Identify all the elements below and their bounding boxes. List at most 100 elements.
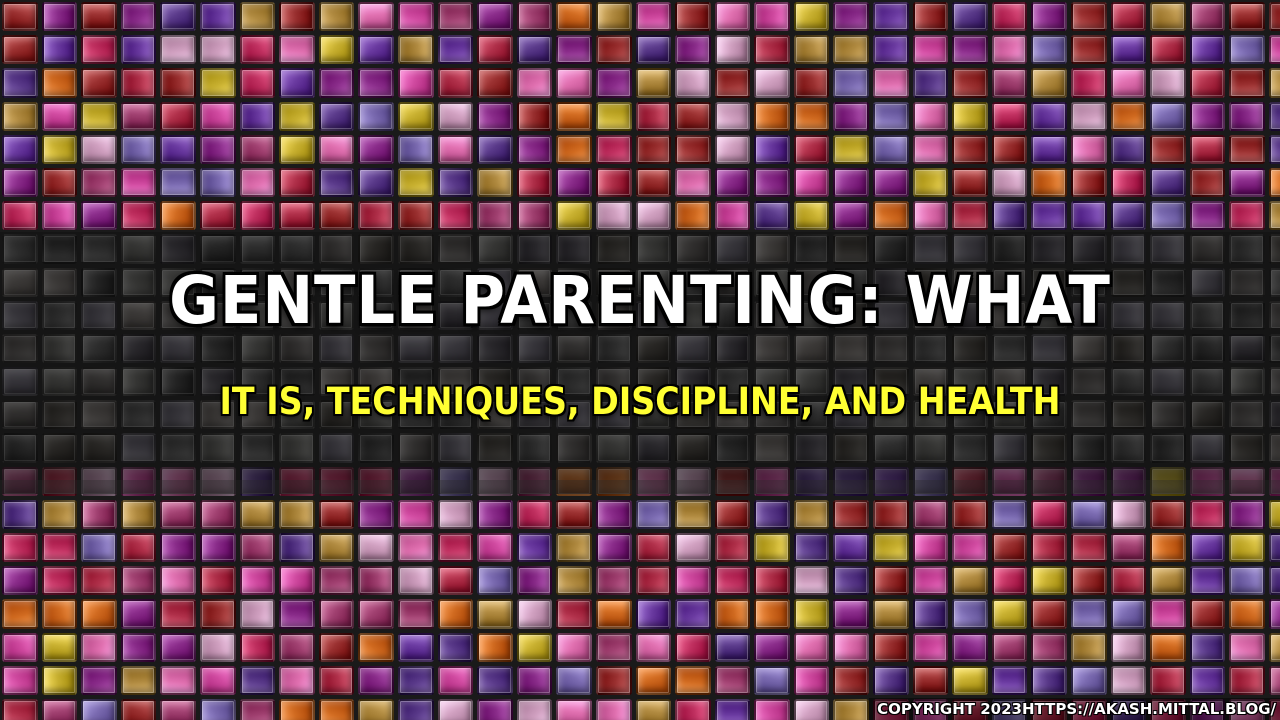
mosaic-tile: [318, 134, 355, 164]
mosaic-tile: [41, 698, 78, 720]
mosaic-tile: [81, 599, 117, 629]
mosaic-tile: [675, 499, 711, 529]
mosaic-tile: [833, 533, 870, 563]
mosaic-tile: [437, 499, 474, 529]
mosaic-tile: [675, 566, 711, 596]
mosaic-tile: [437, 35, 474, 65]
mosaic-tile: [1229, 134, 1265, 164]
mosaic-tile: [912, 68, 949, 98]
mosaic-tile: [952, 632, 988, 662]
mosaic-tile: [793, 134, 830, 164]
mosaic-tile: [160, 533, 196, 563]
mosaic-tile: [873, 167, 909, 198]
mosaic-tile: [397, 632, 434, 662]
mosaic-tile: [595, 201, 632, 231]
mosaic-tile: [1150, 2, 1186, 32]
mosaic-tile: [239, 566, 276, 596]
mosaic-tile: [1071, 68, 1107, 98]
mosaic-tile: [81, 533, 117, 563]
mosaic-tile: [41, 201, 78, 231]
mosaic-tile: [675, 167, 711, 198]
mosaic-tile: [160, 134, 196, 164]
mosaic-tile: [279, 201, 315, 231]
mosaic-tile: [793, 35, 830, 65]
mosaic-tile: [1110, 533, 1147, 563]
mosaic-tile: [239, 201, 276, 231]
mosaic-tile: [873, 533, 909, 563]
mosaic-tile: [595, 134, 632, 164]
mosaic-tile: [397, 101, 434, 131]
mosaic-tile: [556, 201, 592, 231]
mosaic-tile: [397, 201, 434, 231]
mosaic-tile: [754, 499, 790, 529]
mosaic-tile: [318, 101, 355, 131]
mosaic-tile: [714, 665, 751, 695]
mosaic-tile: [754, 2, 790, 32]
mosaic-tile: [318, 632, 355, 662]
mosaic-tile: [41, 101, 78, 131]
mosaic-tile: [397, 599, 434, 629]
mosaic-tile: [279, 35, 315, 65]
mosaic-tile: [912, 201, 949, 231]
mosaic-tile: [437, 2, 474, 32]
mosaic-tile: [1229, 632, 1265, 662]
mosaic-tile: [397, 698, 434, 720]
mosaic-tile: [1269, 499, 1280, 529]
mosaic-tile: [199, 134, 236, 164]
mosaic-tile: [714, 533, 751, 563]
mosaic-tile: [120, 632, 157, 662]
mosaic-tile: [952, 101, 988, 131]
mosaic-tile: [1150, 167, 1186, 198]
mosaic-tile: [991, 134, 1028, 164]
mosaic-tile: [120, 2, 157, 32]
mosaic-tile: [714, 101, 751, 131]
mosaic-tile: [714, 599, 751, 629]
mosaic-tile: [1229, 35, 1265, 65]
mosaic-tile: [239, 599, 276, 629]
mosaic-tile: [1150, 35, 1186, 65]
mosaic-tile: [516, 499, 553, 529]
mosaic-tile: [873, 201, 909, 231]
mosaic-tile: [2, 2, 38, 32]
mosaic-tile: [239, 665, 276, 695]
mosaic-tile: [1031, 101, 1068, 131]
mosaic-tile: [1071, 632, 1107, 662]
mosaic-tile: [199, 35, 236, 65]
mosaic-tile: [318, 68, 355, 98]
mosaic-tile: [912, 632, 949, 662]
mosaic-tile: [199, 167, 236, 198]
mosaic-tile: [1189, 599, 1226, 629]
mosaic-tile: [1071, 35, 1107, 65]
mosaic-tile: [873, 599, 909, 629]
mosaic-tile: [635, 201, 672, 231]
mosaic-tile: [635, 167, 672, 198]
mosaic-tile: [477, 698, 513, 720]
mosaic-tile: [1229, 599, 1265, 629]
mosaic-tile: [635, 566, 672, 596]
mosaic-tile: [477, 68, 513, 98]
mosaic-tile: [595, 665, 632, 695]
mosaic-tile: [912, 499, 949, 529]
mosaic-tile: [675, 665, 711, 695]
mosaic-tile: [833, 566, 870, 596]
mosaic-tile: [1269, 632, 1280, 662]
mosaic-tile: [41, 665, 78, 695]
mosaic-tile: [120, 533, 157, 563]
mosaic-tile: [160, 665, 196, 695]
mosaic-tile: [318, 167, 355, 198]
mosaic-tile: [952, 599, 988, 629]
mosaic-tile: [397, 167, 434, 198]
mosaic-tile: [1150, 599, 1186, 629]
mosaic-tile: [714, 566, 751, 596]
mosaic-tile: [477, 499, 513, 529]
mosaic-tile: [516, 35, 553, 65]
mosaic-tile: [912, 2, 949, 32]
mosaic-tile: [1269, 35, 1280, 65]
mosaic-tile: [477, 35, 513, 65]
mosaic-tile: [120, 201, 157, 231]
mosaic-tile: [160, 167, 196, 198]
mosaic-tile: [1189, 533, 1226, 563]
mosaic-tile: [41, 599, 78, 629]
mosaic-tile: [516, 698, 553, 720]
thumbnail-stage: GENTLE PARENTING: WHAT IT IS, TECHNIQUES…: [0, 0, 1280, 720]
